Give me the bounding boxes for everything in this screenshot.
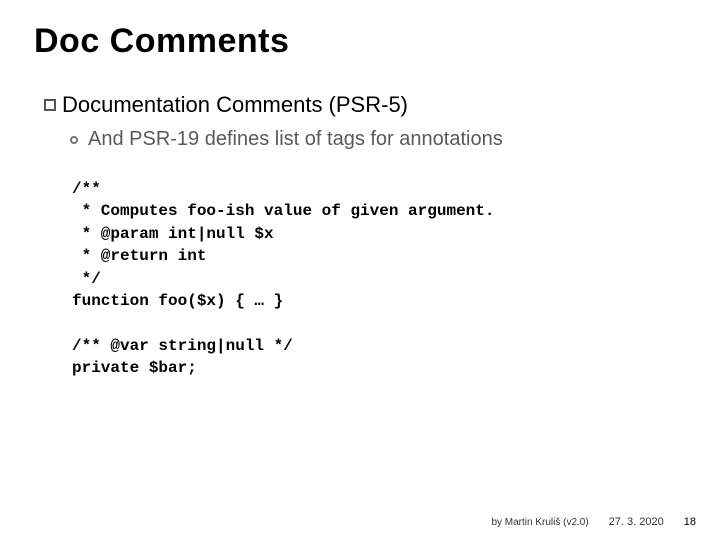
slide-title: Doc Comments xyxy=(34,22,289,61)
bullet-level-2: And PSR-19 defines list of tags for anno… xyxy=(70,128,503,151)
bullet-2-text: And PSR-19 defines list of tags for anno… xyxy=(88,128,503,151)
bullet-level-1: Documentation Comments (PSR-5) xyxy=(44,92,408,118)
circle-bullet-icon xyxy=(70,136,78,144)
footer-credit: by Martin Kruliš (v2.0) xyxy=(491,517,588,528)
slide: Doc Comments Documentation Comments (PSR… xyxy=(0,0,720,540)
footer-page-number: 18 xyxy=(684,516,696,528)
square-bullet-icon xyxy=(44,99,56,111)
footer-date: 27. 3. 2020 xyxy=(609,516,664,528)
code-block: /** * Computes foo-ish value of given ar… xyxy=(72,178,494,380)
footer: by Martin Kruliš (v2.0) 27. 3. 2020 18 xyxy=(491,516,696,528)
bullet-1-text: Documentation Comments (PSR-5) xyxy=(62,92,408,118)
